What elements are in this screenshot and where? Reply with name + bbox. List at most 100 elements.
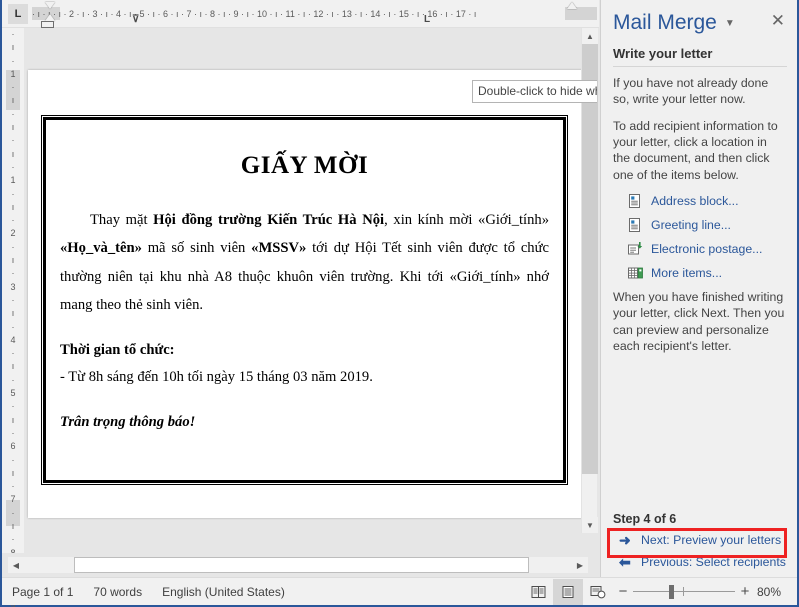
vruler-tick: 2 — [10, 228, 16, 239]
section-heading: Write your letter — [613, 46, 787, 67]
text-run: mã số sinh viên — [141, 240, 252, 257]
vruler-tick: ı — [11, 95, 15, 106]
zoom-slider[interactable] — [633, 584, 735, 599]
word-count[interactable]: 70 words — [83, 585, 152, 599]
vruler-tick: · — [11, 215, 15, 226]
tab-marker-right[interactable]: L — [424, 14, 430, 25]
scroll-up-icon[interactable]: ▲ — [582, 28, 598, 44]
vruler-tick: · — [11, 481, 15, 492]
next-step-label: Next: Preview your letters — [641, 533, 782, 547]
text-run: , xin kính mời «Giới_tính» — [384, 212, 549, 228]
horizontal-scroll-thumb[interactable] — [74, 557, 529, 573]
zoom-out-button[interactable]: − — [617, 583, 629, 600]
vruler-tick: ı — [11, 414, 15, 425]
link-label: Address block... — [651, 194, 739, 209]
link-address-block[interactable]: Address block... — [627, 193, 787, 209]
ruler-track[interactable]: · ı · ı · ı · 2 · ı · 3 · ı · 4 · ı · 5 … — [32, 5, 597, 25]
ruler-tick-labels: · ı · ı · ı · 2 · ı · 3 · ı · 4 · ı · 5 … — [32, 9, 477, 19]
scroll-right-icon[interactable]: ▶ — [572, 557, 588, 573]
vruler-tick: · — [11, 427, 15, 438]
vruler-tick: · — [11, 321, 15, 332]
scroll-left-icon[interactable]: ◀ — [8, 557, 24, 573]
next-step-button[interactable]: ➜ Next: Preview your letters — [619, 529, 787, 551]
zoom-percentage[interactable]: 80% — [755, 585, 787, 599]
task-pane-body: Write your letter If you have not alread… — [601, 46, 797, 354]
page-border-frame: GIẤY MỜI Thay mặt Hội đồng trường Kiến T… — [41, 115, 568, 485]
vruler-tick: ı — [11, 308, 15, 319]
vruler-tick: · — [11, 161, 15, 172]
tab-marker-center[interactable]: ⊽ — [132, 14, 139, 25]
language-indicator[interactable]: English (United States) — [152, 585, 295, 599]
chevron-down-icon[interactable]: ▼ — [725, 18, 735, 29]
link-more-items[interactable]: More items... — [627, 265, 787, 281]
zoom-control[interactable]: − + 80% — [613, 583, 797, 600]
vruler-tick: ı — [11, 520, 15, 531]
vruler-tick: 6 — [10, 441, 16, 452]
document-canvas[interactable]: GIẤY MỜI Thay mặt Hội đồng trường Kiến T… — [24, 28, 597, 553]
horizontal-scrollbar[interactable]: ◀ ▶ — [8, 557, 588, 573]
task-pane-header: Mail Merge ▼ ✕ — [601, 0, 797, 46]
step-indicator: Step 4 of 6 — [613, 512, 677, 526]
vruler-tick: ı — [11, 255, 15, 266]
zoom-slider-track — [633, 590, 735, 592]
read-mode-glyph — [531, 585, 545, 598]
task-pane-title: Mail Merge — [613, 11, 717, 34]
hanging-indent-marker[interactable] — [45, 14, 55, 21]
table-icon — [627, 265, 645, 281]
white-space-tooltip: Double-click to hide white space — [472, 80, 597, 103]
merge-field: «MSSV» — [251, 240, 307, 257]
vruler-tick: 5 — [10, 388, 16, 399]
vruler-tick: · — [11, 135, 15, 146]
vruler-tick: · — [11, 55, 15, 66]
zoom-in-button[interactable]: + — [739, 583, 751, 600]
vruler-tick: ı — [11, 201, 15, 212]
page-indicator[interactable]: Page 1 of 1 — [2, 585, 83, 599]
previous-step-label: Previous: Select recipients — [641, 555, 786, 569]
close-icon[interactable]: ✕ — [771, 12, 785, 29]
arrow-left-icon: ⬅ — [619, 553, 631, 570]
mail-merge-task-pane: Mail Merge ▼ ✕ Write your letter If you … — [600, 0, 797, 577]
vruler-tick: ı — [11, 122, 15, 133]
left-indent-marker[interactable] — [41, 21, 54, 28]
document-paragraph-1: Thay mặt Hội đồng trường Kiến Trúc Hà Nộ… — [60, 206, 549, 320]
vruler-tick: 3 — [10, 281, 16, 292]
web-layout-icon[interactable] — [583, 579, 613, 605]
paragraph-1-text: Thay mặt Hội đồng trường Kiến Trúc Hà Nộ… — [60, 212, 549, 313]
tab-stop-selector-button[interactable]: L — [8, 4, 28, 24]
vertical-ruler[interactable]: ·ı·1·ı·ı·ı·1·ı·2·ı·3·ı·4·ı·5·ı·6·ı·7·ı·8… — [2, 28, 24, 607]
zoom-slider-handle[interactable] — [669, 584, 674, 599]
link-electronic-postage[interactable]: Electronic postage... — [627, 241, 787, 257]
print-layout-icon[interactable] — [553, 578, 583, 605]
vruler-tick: · — [11, 294, 15, 305]
vruler-tick: · — [11, 241, 15, 252]
tab-stop-glyph: L — [14, 8, 22, 20]
link-greeting-line[interactable]: Greeting line... — [627, 217, 787, 233]
document-time-line: - Từ 8h sáng đến 10h tối ngày 15 tháng 0… — [60, 368, 373, 385]
merge-field: «Họ_và_tên» — [60, 240, 142, 257]
vruler-tick: · — [11, 401, 15, 412]
read-mode-icon[interactable] — [523, 579, 553, 605]
horizontal-ruler[interactable]: L · ı · ı · ı · 2 · ı · 3 · ı · 4 · ı · … — [2, 0, 599, 28]
vruler-tick: 7 — [10, 494, 16, 505]
vruler-tick: · — [11, 188, 15, 199]
first-line-indent-marker[interactable] — [45, 2, 55, 9]
vertical-scrollbar[interactable]: ▲ ▼ — [581, 28, 598, 533]
vruler-tick: ı — [11, 148, 15, 159]
vertical-scroll-thumb[interactable] — [582, 44, 598, 474]
vruler-tick: · — [11, 374, 15, 385]
web-layout-glyph — [590, 585, 606, 598]
pane-paragraph-3: When you have finished writing your lett… — [613, 290, 785, 354]
vruler-tick: ı — [11, 361, 15, 372]
word-window: L · ı · ı · ı · 2 · ı · 3 · ı · 4 · ı · … — [0, 0, 799, 607]
document-closing: Trân trọng thông báo! — [60, 413, 196, 430]
vruler-tick: · — [11, 29, 15, 39]
vruler-tick: · — [11, 348, 15, 359]
scroll-down-icon[interactable]: ▼ — [582, 517, 598, 533]
vruler-tick: · — [11, 108, 15, 119]
document-page[interactable]: GIẤY MỜI Thay mặt Hội đồng trường Kiến T… — [28, 70, 584, 518]
right-indent-marker[interactable] — [567, 2, 577, 9]
horizontal-scrollbar-area: ◀ ▶ — [2, 553, 599, 577]
vruler-tick: ı — [11, 467, 15, 478]
postage-icon — [627, 241, 645, 257]
previous-step-button[interactable]: ⬅ Previous: Select recipients — [619, 551, 787, 573]
